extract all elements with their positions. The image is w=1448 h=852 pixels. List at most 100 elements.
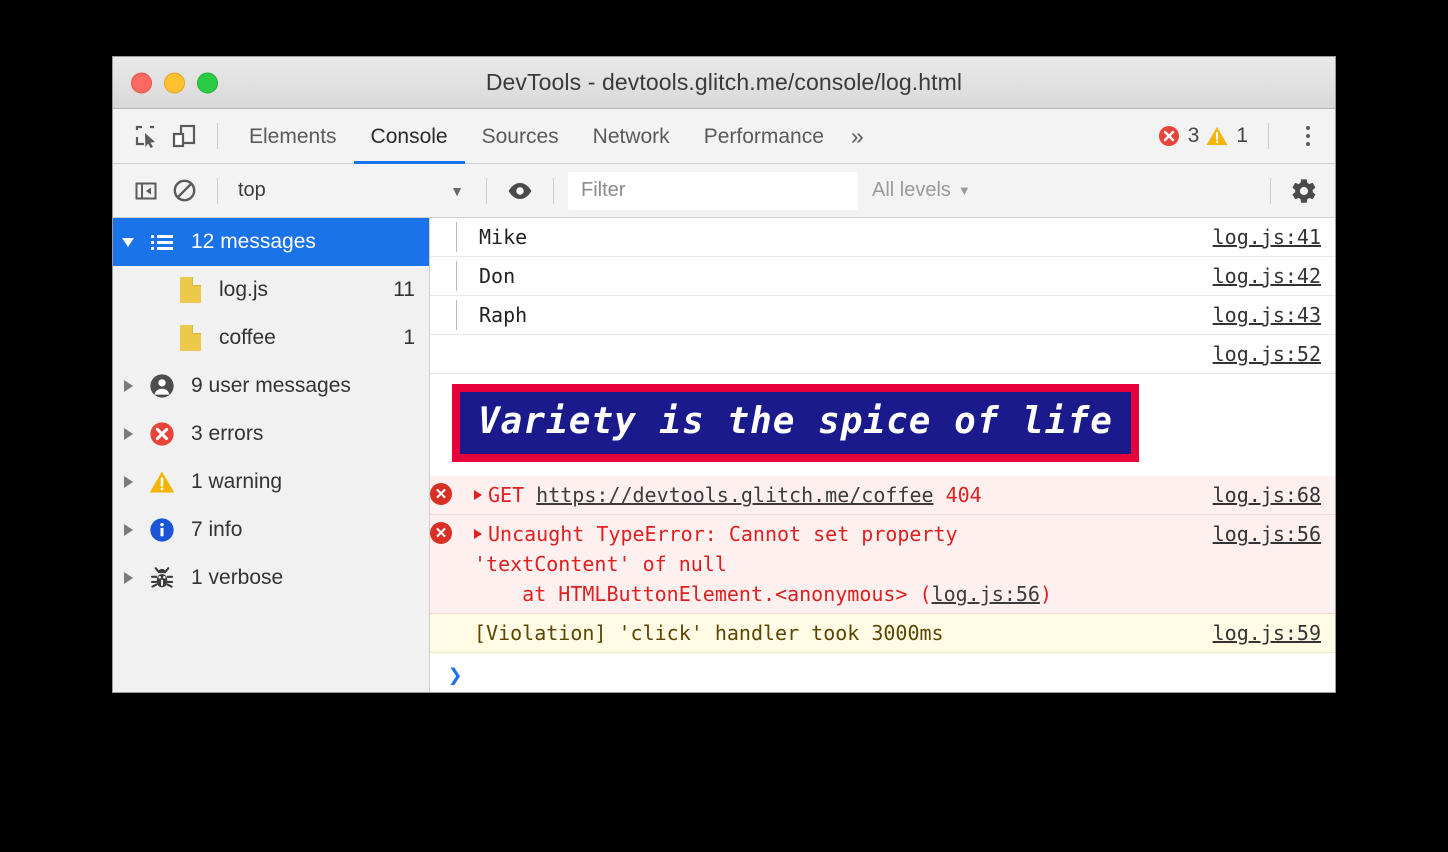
expand-triangle-right-icon[interactable]: [474, 490, 482, 501]
settings-gear-icon[interactable]: [1285, 172, 1323, 210]
sidebar-item-coffee[interactable]: coffee 1: [113, 314, 429, 362]
clear-console-icon[interactable]: [165, 172, 203, 210]
styled-message-text: Variety is the spice of life: [452, 384, 1139, 463]
sidebar-item-label: 1 verbose: [191, 566, 284, 589]
chevron-down-icon: ▼: [957, 183, 971, 198]
console-message-row[interactable]: Mike log.js:41: [430, 218, 1335, 257]
sidebar-item-warnings[interactable]: 1 warning: [113, 458, 429, 506]
expand-triangle-right-icon[interactable]: [113, 572, 143, 584]
source-link[interactable]: log.js:68: [1201, 480, 1335, 510]
sidebar-item-all-messages[interactable]: 12 messages: [113, 218, 429, 266]
error-count: 3: [1187, 124, 1200, 147]
message-list-icon: [143, 234, 181, 250]
sidebar-toggle-icon[interactable]: [127, 172, 165, 210]
tab-elements[interactable]: Elements: [232, 109, 354, 164]
sidebar-item-errors[interactable]: 3 errors: [113, 410, 429, 458]
console-body: 12 messages log.js 11 coffee 1 9 user me…: [113, 218, 1335, 692]
file-icon: [171, 325, 209, 351]
execution-context-selector[interactable]: top ▼: [232, 179, 472, 202]
message-gutter: [430, 618, 452, 621]
console-toolbar-divider-1: [217, 177, 218, 204]
http-method: GET: [488, 483, 525, 508]
execution-context-label: top: [238, 179, 266, 201]
tab-console[interactable]: Console: [353, 109, 465, 164]
error-counter[interactable]: 3: [1157, 124, 1200, 148]
message-text: Mike: [479, 225, 528, 249]
sidebar-item-label: 3 errors: [191, 422, 264, 445]
expand-triangle-down-icon[interactable]: [113, 237, 143, 247]
inline-source-link[interactable]: log.js:56: [932, 582, 1040, 606]
error-circle-icon: [1158, 126, 1179, 146]
console-toolbar-right: [1256, 172, 1335, 210]
message-gutter: [430, 300, 452, 303]
window-title: DevTools - devtools.glitch.me/console/lo…: [485, 69, 963, 95]
tab-network[interactable]: Network: [576, 109, 687, 164]
expand-triangle-right-icon[interactable]: [113, 524, 143, 536]
console-message-row[interactable]: Don log.js:42: [430, 257, 1335, 296]
sidebar-item-label: 7 info: [191, 518, 243, 541]
warning-triangle-icon: [1206, 127, 1228, 145]
device-toolbar-icon[interactable]: [165, 117, 203, 155]
expand-triangle-right-icon[interactable]: [113, 380, 143, 392]
sidebar-item-label: coffee: [219, 326, 276, 349]
chevron-down-icon: ▼: [450, 182, 464, 199]
more-tabs-button[interactable]: »: [841, 109, 874, 164]
console-violation-row[interactable]: [Violation] 'click' handler took 3000ms …: [430, 614, 1335, 654]
message-gutter: ✕: [430, 480, 452, 506]
zoom-button[interactable]: [197, 72, 218, 93]
source-link[interactable]: log.js:59: [1201, 618, 1335, 648]
info-circle-icon: [143, 516, 181, 544]
prompt-chevron-icon: ❯: [448, 661, 463, 690]
console-toolbar: top ▼ All levels ▼: [113, 164, 1335, 218]
screenshot-stage: DevTools - devtools.glitch.me/console/lo…: [0, 0, 1448, 852]
sidebar-item-count: 11: [393, 278, 415, 301]
request-url-link[interactable]: https://devtools.glitch.me/coffee: [536, 483, 933, 507]
message-text: [Violation] 'click' handler took 3000ms: [474, 621, 944, 646]
source-link[interactable]: log.js:56: [1201, 519, 1335, 549]
warning-counter[interactable]: 1: [1205, 124, 1248, 148]
console-network-error-row[interactable]: ✕ GET https://devtools.glitch.me/coffee …: [430, 476, 1335, 516]
tab-performance[interactable]: Performance: [687, 109, 841, 164]
source-link[interactable]: log.js:52: [1201, 339, 1335, 369]
source-link[interactable]: log.js:42: [1201, 261, 1335, 291]
devtools-window: DevTools - devtools.glitch.me/console/lo…: [112, 56, 1336, 693]
filter-input[interactable]: [568, 171, 858, 210]
expand-triangle-right-icon[interactable]: [474, 529, 482, 540]
console-toolbar-divider-3: [553, 177, 554, 204]
console-prompt-row[interactable]: ❯: [430, 653, 1335, 692]
console-toolbar-divider-4: [1270, 177, 1271, 204]
console-error-row[interactable]: ✕ Uncaught TypeError: Cannot set propert…: [430, 515, 1335, 615]
message-text: Uncaught TypeError: Cannot set property …: [452, 519, 1201, 609]
source-link[interactable]: log.js:43: [1201, 300, 1335, 330]
source-link[interactable]: log.js:41: [1201, 222, 1335, 252]
error-stack-prefix: at HTMLButtonElement.<anonymous> (: [522, 582, 932, 607]
tab-sources[interactable]: Sources: [465, 109, 576, 164]
message-gutter: [430, 261, 452, 264]
sidebar-item-log-js[interactable]: log.js 11: [113, 266, 429, 314]
bug-icon: [143, 564, 181, 592]
devtools-tabbar: Elements Console Sources Network Perform…: [113, 109, 1335, 164]
console-message-list: Mike log.js:41 Don log.js:42 Raph log.js…: [430, 218, 1335, 692]
sidebar-item-info[interactable]: 7 info: [113, 506, 429, 554]
inspect-element-icon[interactable]: [127, 117, 165, 155]
kebab-menu-icon[interactable]: [1291, 119, 1325, 153]
sidebar-item-verbose[interactable]: 1 verbose: [113, 554, 429, 602]
expand-triangle-right-icon[interactable]: [113, 476, 143, 488]
close-button[interactable]: [131, 72, 152, 93]
warning-count: 1: [1236, 124, 1248, 147]
error-circle-icon: ✕: [430, 522, 452, 545]
message-gutter: ✕: [430, 519, 452, 545]
message-text: GET https://devtools.glitch.me/coffee 40…: [452, 480, 1201, 510]
console-styled-message-row[interactable]: log.js:52: [430, 335, 1335, 374]
sidebar-item-label: 1 warning: [191, 470, 283, 493]
sidebar-item-user-messages[interactable]: 9 user messages: [113, 362, 429, 410]
live-expression-eye-icon[interactable]: [501, 172, 539, 210]
message-gutter: [430, 222, 452, 225]
minimize-button[interactable]: [164, 72, 185, 93]
log-levels-dropdown[interactable]: All levels ▼: [872, 179, 971, 202]
expand-triangle-right-icon[interactable]: [113, 428, 143, 440]
tabbar-status-area: 3 1: [1157, 119, 1335, 153]
console-message-row[interactable]: Raph log.js:43: [430, 296, 1335, 335]
tabbar-right-divider: [1268, 123, 1269, 149]
user-icon: [143, 372, 181, 400]
